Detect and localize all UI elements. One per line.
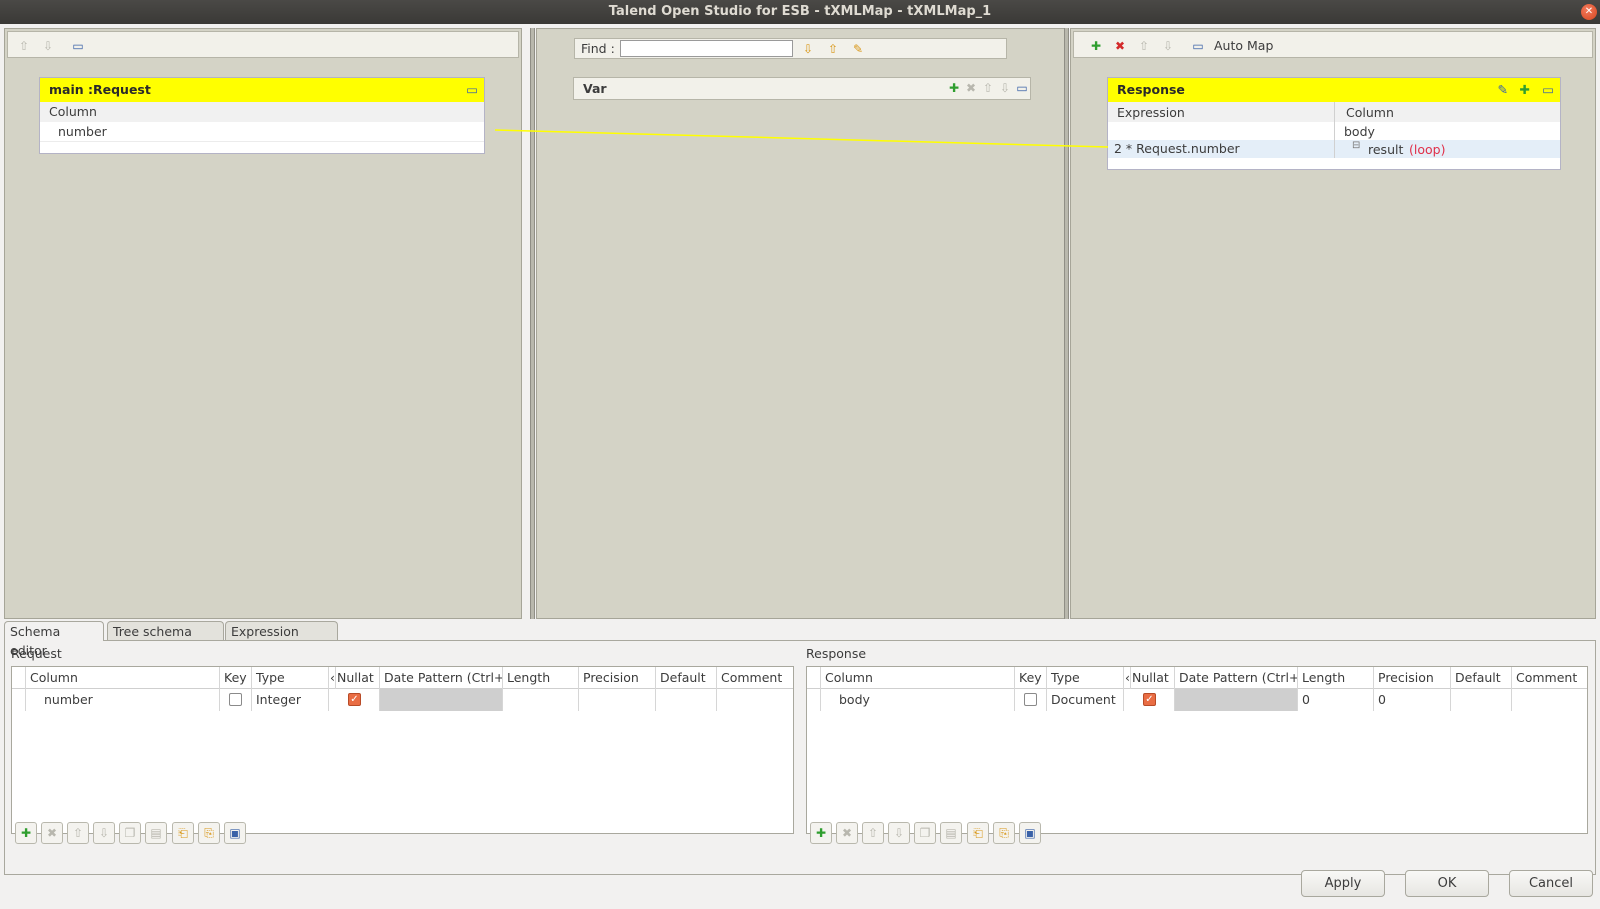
header-nullable[interactable]: Nullat	[1131, 667, 1175, 689]
add-row-button[interactable]: ✚	[15, 822, 37, 844]
header-type[interactable]: Type	[1047, 667, 1124, 689]
import-button[interactable]: ⎗	[172, 822, 194, 844]
request-grid-header: Column Key Type ‹ Nullat Date Pattern (C…	[12, 667, 793, 689]
remove-row-button[interactable]: ✖	[836, 822, 858, 844]
header-key[interactable]: Key	[220, 667, 252, 689]
save-button[interactable]: ▣	[1019, 822, 1041, 844]
header-date-pattern[interactable]: Date Pattern (Ctrl+S	[380, 667, 503, 689]
header-column[interactable]: Column	[26, 667, 220, 689]
key-checkbox[interactable]	[229, 693, 242, 706]
move-down-button[interactable]: ⇩	[93, 822, 115, 844]
cell-column[interactable]: body	[821, 689, 1015, 711]
header-type[interactable]: Type	[252, 667, 329, 689]
nullable-checkbox[interactable]: ✓	[348, 693, 361, 706]
add-row-button[interactable]: ✚	[810, 822, 832, 844]
nullable-checkbox[interactable]: ✓	[1143, 693, 1156, 706]
paste-button[interactable]: ▤	[145, 822, 167, 844]
cell-default[interactable]	[656, 689, 717, 711]
header-key[interactable]: Key	[1015, 667, 1047, 689]
key-checkbox[interactable]	[1024, 693, 1037, 706]
cell-length[interactable]: 0	[1298, 689, 1374, 711]
move-up-button[interactable]: ⇧	[67, 822, 89, 844]
cell-type[interactable]: Document	[1047, 689, 1124, 711]
cell-type[interactable]: Integer	[252, 689, 329, 711]
cell-comment[interactable]	[1512, 689, 1589, 711]
row-handle[interactable]	[12, 689, 26, 711]
apply-button[interactable]: Apply	[1301, 870, 1385, 897]
mapping-link-line	[494, 129, 1109, 148]
tab-expression-editor[interactable]: Expression editor	[225, 621, 338, 658]
cell-nullable[interactable]: ✓	[329, 689, 380, 711]
cell-default[interactable]	[1451, 689, 1512, 711]
cell-key[interactable]	[220, 689, 252, 711]
row-handle-header	[12, 667, 26, 689]
cell-nullable[interactable]: ✓	[1124, 689, 1175, 711]
response-schema-grid: Column Key Type ‹ Nullat Date Pattern (C…	[806, 666, 1588, 834]
cell-column[interactable]: number	[26, 689, 220, 711]
header-default[interactable]: Default	[656, 667, 717, 689]
cell-key[interactable]	[1015, 689, 1047, 711]
header-date-pattern[interactable]: Date Pattern (Ctrl+S	[1175, 667, 1298, 689]
table-row[interactable]: number Integer ✓	[12, 689, 793, 711]
header-column[interactable]: Column	[821, 667, 1015, 689]
header-comment[interactable]: Comment	[1512, 667, 1589, 689]
header-length[interactable]: Length	[1298, 667, 1374, 689]
request-schema-grid: Column Key Type ‹ Nullat Date Pattern (C…	[11, 666, 794, 834]
table-row[interactable]: body Document ✓ 0 0	[807, 689, 1587, 711]
header-comment[interactable]: Comment	[717, 667, 795, 689]
tab-tree-schema-editor[interactable]: Tree schema editor	[107, 621, 224, 658]
header-length[interactable]: Length	[503, 667, 579, 689]
header-precision[interactable]: Precision	[1374, 667, 1451, 689]
export-button[interactable]: ⎘	[198, 822, 220, 844]
save-button[interactable]: ▣	[224, 822, 246, 844]
tab-schema-editor[interactable]: Schema editor	[4, 621, 104, 658]
header-precision[interactable]: Precision	[579, 667, 656, 689]
cell-date-pattern[interactable]	[1175, 689, 1298, 711]
ok-button[interactable]: OK	[1405, 870, 1489, 897]
cancel-button[interactable]: Cancel	[1509, 870, 1593, 897]
paste-button[interactable]: ▤	[940, 822, 962, 844]
cell-precision[interactable]: 0	[1374, 689, 1451, 711]
row-handle[interactable]	[807, 689, 821, 711]
header-default[interactable]: Default	[1451, 667, 1512, 689]
cell-precision[interactable]	[579, 689, 656, 711]
remove-row-button[interactable]: ✖	[41, 822, 63, 844]
export-button[interactable]: ⎘	[993, 822, 1015, 844]
copy-button[interactable]: ❐	[914, 822, 936, 844]
copy-button[interactable]: ❐	[119, 822, 141, 844]
move-up-button[interactable]: ⇧	[862, 822, 884, 844]
header-nullable[interactable]: Nullat	[336, 667, 380, 689]
cell-length[interactable]	[503, 689, 579, 711]
cell-comment[interactable]	[717, 689, 795, 711]
response-schema-title: Response	[806, 646, 867, 661]
header-truncated[interactable]: ‹	[329, 667, 336, 689]
row-handle-header	[807, 667, 821, 689]
cell-date-pattern[interactable]	[380, 689, 503, 711]
response-grid-header: Column Key Type ‹ Nullat Date Pattern (C…	[807, 667, 1587, 689]
move-down-button[interactable]: ⇩	[888, 822, 910, 844]
header-truncated[interactable]: ‹	[1124, 667, 1131, 689]
import-button[interactable]: ⎗	[967, 822, 989, 844]
